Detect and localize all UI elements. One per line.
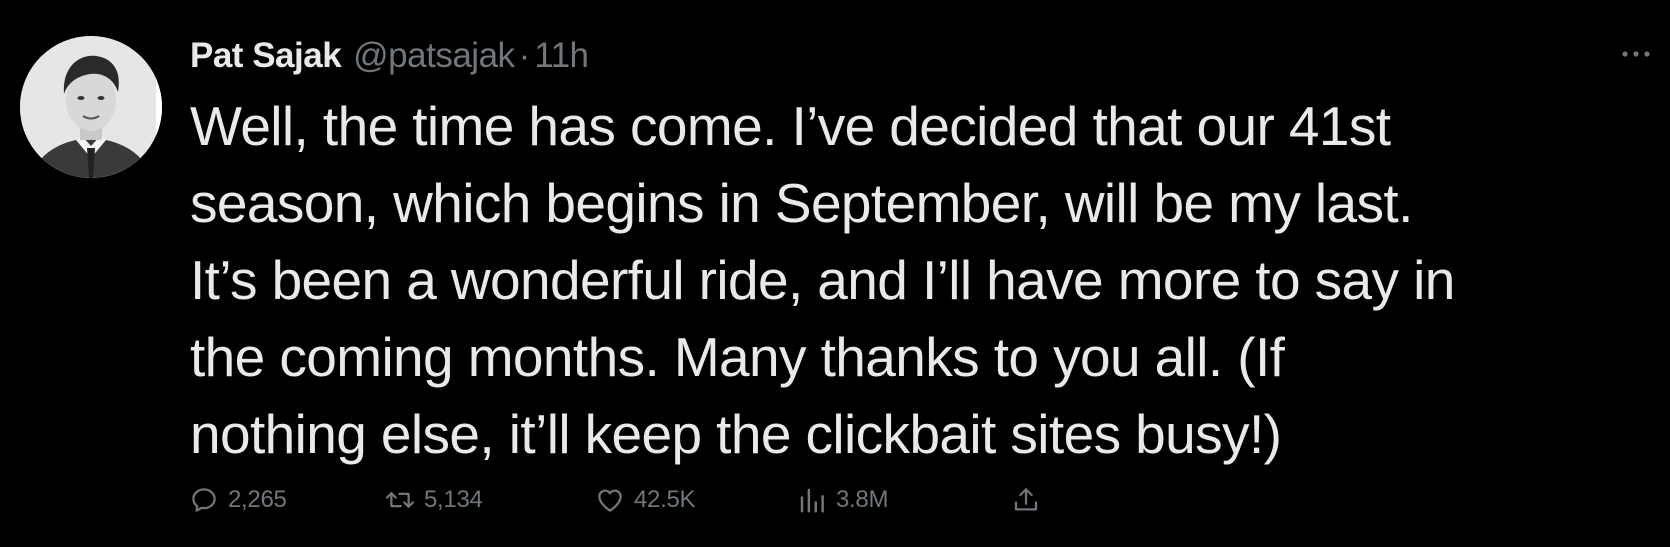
retweet-button[interactable]: 5,134 bbox=[384, 480, 483, 520]
author-display-name[interactable]: Pat Sajak bbox=[190, 36, 342, 76]
retweet-count: 5,134 bbox=[424, 486, 483, 513]
tweet-actions: 2,265 5,134 42.5K 3.8M bbox=[188, 480, 1088, 520]
views-button[interactable]: 3.8M bbox=[796, 480, 888, 520]
avatar[interactable] bbox=[20, 36, 162, 178]
like-count: 42.5K bbox=[634, 486, 696, 513]
more-dots-icon bbox=[1622, 51, 1650, 57]
retweet-icon bbox=[384, 484, 416, 516]
reply-button[interactable]: 2,265 bbox=[188, 480, 287, 520]
view-count: 3.8M bbox=[836, 486, 889, 513]
header-separator: · bbox=[518, 36, 531, 75]
analytics-bars-icon bbox=[796, 484, 828, 516]
author-handle[interactable]: @patsajak bbox=[353, 36, 515, 76]
reply-count: 2,265 bbox=[228, 486, 287, 513]
tweet[interactable]: Pat Sajak @patsajak · 11h Well, the time… bbox=[0, 0, 1670, 547]
tweet-timestamp[interactable]: 11h bbox=[534, 36, 589, 76]
more-options-button[interactable] bbox=[1618, 40, 1654, 68]
share-button[interactable] bbox=[1010, 480, 1050, 520]
portrait-photo-icon bbox=[20, 36, 162, 178]
reply-icon bbox=[188, 484, 220, 516]
like-button[interactable]: 42.5K bbox=[594, 480, 696, 520]
tweet-text: Well, the time has come. I’ve decided th… bbox=[190, 95, 1455, 465]
heart-icon bbox=[594, 484, 626, 516]
share-upload-icon bbox=[1010, 484, 1042, 516]
tweet-header: Pat Sajak @patsajak · 11h bbox=[190, 36, 589, 80]
